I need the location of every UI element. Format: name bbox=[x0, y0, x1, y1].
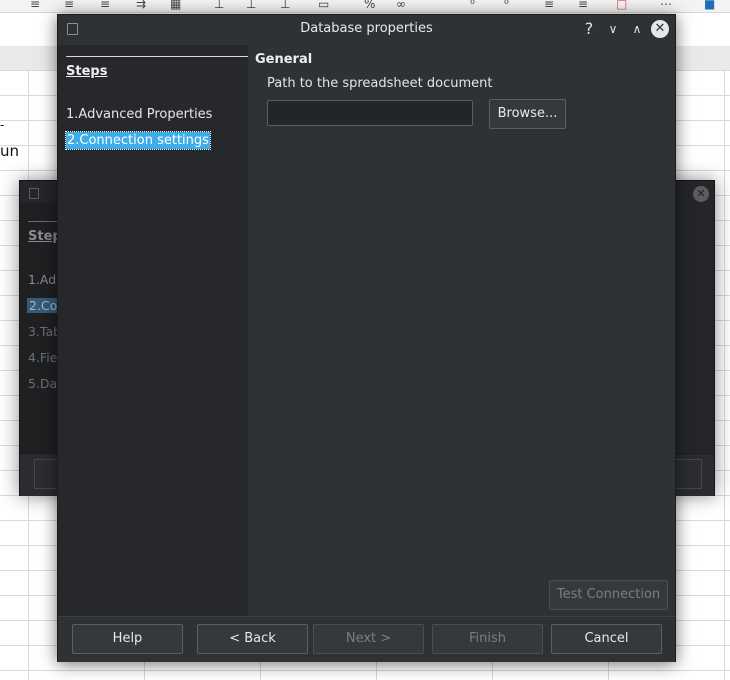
path-input[interactable] bbox=[267, 100, 473, 126]
step-item: 1.Ad bbox=[28, 272, 57, 287]
toolbar-icon[interactable]: ⋯ bbox=[660, 0, 672, 12]
step-connection-settings[interactable]: 2.Connection settings bbox=[65, 131, 211, 150]
toolbar-icon[interactable]: ⊥ bbox=[280, 0, 290, 12]
cell-text: - bbox=[0, 118, 5, 132]
toolbar-icon[interactable]: ≡ bbox=[30, 0, 40, 12]
minimize-icon[interactable]: ∨ bbox=[603, 19, 623, 39]
border-icon[interactable]: □ bbox=[616, 0, 627, 12]
dialog-footer: Help < Back Next > Finish Cancel bbox=[58, 616, 675, 662]
toolbar-icon[interactable]: ⊥ bbox=[246, 0, 256, 12]
maximize-icon[interactable]: ∧ bbox=[627, 19, 647, 39]
toolbar-icon[interactable]: ⁰ bbox=[504, 0, 509, 12]
toolbar-icon[interactable]: ⇉ bbox=[136, 0, 146, 12]
app-icon bbox=[29, 188, 39, 199]
finish-button[interactable]: Finish bbox=[432, 624, 543, 654]
help-icon[interactable]: ? bbox=[579, 19, 599, 39]
toolbar-icon[interactable]: ∞ bbox=[396, 0, 406, 12]
section-title: General bbox=[255, 52, 313, 67]
next-button[interactable]: Next > bbox=[313, 624, 424, 654]
close-icon[interactable]: ✕ bbox=[693, 186, 709, 202]
divider bbox=[66, 56, 248, 57]
browse-button-label: Browse... bbox=[497, 106, 558, 121]
cancel-button[interactable]: Cancel bbox=[551, 624, 662, 654]
toolbar-icon[interactable]: ■ bbox=[704, 0, 715, 12]
toolbar: ≡ ≡ ≡ ⇉ ▦ ⊥ ⊥ ⊥ ▭ % ∞ ⁰ ⁰ ≡ ≡ □ ⋯ ■ bbox=[0, 0, 730, 13]
step-advanced-properties[interactable]: 1.Advanced Properties bbox=[66, 107, 212, 122]
toolbar-icon[interactable]: ⊥ bbox=[214, 0, 224, 12]
step-item: 5.Da bbox=[28, 376, 58, 391]
toolbar-icon[interactable]: ≡ bbox=[544, 0, 554, 12]
step-item: 2.Co bbox=[27, 298, 60, 313]
help-button-label: Help bbox=[112, 631, 143, 646]
finish-button-label: Finish bbox=[468, 631, 506, 646]
percent-icon[interactable]: % bbox=[364, 0, 375, 12]
back-button-label: < Back bbox=[229, 631, 276, 646]
next-button-label: Next > bbox=[345, 631, 392, 646]
browse-button[interactable]: Browse... bbox=[489, 99, 566, 129]
path-label: Path to the spreadsheet document bbox=[267, 76, 493, 91]
toolbar-icon[interactable]: ▭ bbox=[318, 0, 329, 12]
database-properties-dialog: Database properties ? ∨ ∧ ✕ Steps 1.Adva… bbox=[57, 14, 676, 662]
cell-text: un bbox=[0, 142, 20, 160]
table-icon[interactable]: ▦ bbox=[170, 0, 181, 12]
back-button[interactable]: < Back bbox=[197, 624, 308, 654]
toolbar-icon[interactable]: ≡ bbox=[100, 0, 110, 12]
steps-sidebar: Steps 1.Advanced Properties 2.Connection… bbox=[58, 45, 248, 616]
toolbar-icon[interactable]: ≡ bbox=[64, 0, 74, 12]
toolbar-icon[interactable]: ⁰ bbox=[470, 0, 475, 12]
toolbar-icon[interactable]: ≡ bbox=[578, 0, 588, 12]
help-button[interactable]: Help bbox=[72, 624, 183, 654]
test-connection-label: Test Connection bbox=[556, 587, 661, 602]
steps-title: Steps bbox=[66, 64, 108, 79]
close-icon[interactable]: ✕ bbox=[651, 20, 669, 38]
step-item: 4.Fie bbox=[28, 350, 58, 365]
title-bar[interactable]: Database properties ? ∨ ∧ ✕ bbox=[58, 15, 675, 45]
test-connection-button[interactable]: Test Connection bbox=[549, 580, 668, 610]
cancel-button-label: Cancel bbox=[584, 631, 629, 646]
